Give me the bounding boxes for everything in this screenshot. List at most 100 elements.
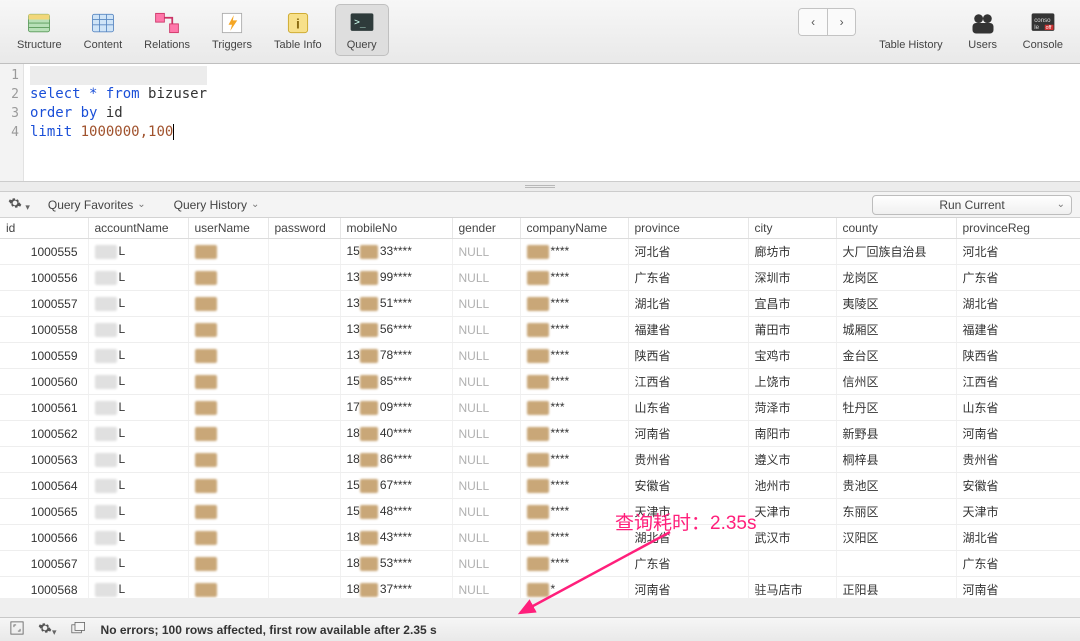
- cell-gender: NULL: [452, 343, 520, 369]
- cell-id: 1000562: [0, 421, 88, 447]
- results-grid[interactable]: idaccountNameuserNamepasswordmobileNogen…: [0, 218, 1080, 598]
- table-row[interactable]: 1000567L1853****NULL****广东省广东省: [0, 551, 1080, 577]
- cell-provinceReg: 河南省: [956, 577, 1080, 599]
- gear-icon[interactable]: ▾: [8, 196, 30, 213]
- cell-gender: NULL: [452, 447, 520, 473]
- table-row[interactable]: 1000556L1399****NULL****广东省深圳市龙岗区广东省: [0, 265, 1080, 291]
- cell-id: 1000560: [0, 369, 88, 395]
- tab-triggers[interactable]: Triggers: [203, 4, 261, 56]
- layers-icon[interactable]: [71, 621, 87, 638]
- toolbar-users[interactable]: Users: [956, 4, 1010, 56]
- column-header[interactable]: province: [628, 218, 748, 239]
- column-header[interactable]: userName: [188, 218, 268, 239]
- column-header[interactable]: mobileNo: [340, 218, 452, 239]
- column-header[interactable]: id: [0, 218, 88, 239]
- sql-editor[interactable]: 1234 select * from bizuserorder by idlim…: [0, 64, 1080, 182]
- cell-password: [268, 395, 340, 421]
- column-header[interactable]: password: [268, 218, 340, 239]
- column-header[interactable]: city: [748, 218, 836, 239]
- cell-mobileNo: 1843****: [340, 525, 452, 551]
- cell-provinceReg: 广东省: [956, 265, 1080, 291]
- table-row[interactable]: 1000568L1837****NULL*河南省驻马店市正阳县河南省: [0, 577, 1080, 599]
- toolbar-history[interactable]: Table History: [870, 4, 952, 56]
- cell-province: 山东省: [628, 395, 748, 421]
- cell-companyName: ****: [520, 421, 628, 447]
- cell-gender: NULL: [452, 395, 520, 421]
- table-row[interactable]: 1000555L1533****NULL****河北省廊坊市大厂回族自治县河北省: [0, 239, 1080, 265]
- toolbar-console[interactable]: consoleoffConsole: [1014, 4, 1072, 56]
- table-row[interactable]: 1000564L1567****NULL****安徽省池州市贵池区安徽省: [0, 473, 1080, 499]
- tab-query[interactable]: >_Query: [335, 4, 389, 56]
- column-header-row[interactable]: idaccountNameuserNamepasswordmobileNogen…: [0, 218, 1080, 239]
- column-header[interactable]: accountName: [88, 218, 188, 239]
- cell-accountName: L: [88, 369, 188, 395]
- expand-icon[interactable]: [10, 621, 24, 638]
- history-back-icon[interactable]: ‹: [799, 9, 827, 35]
- run-button[interactable]: Run Current ⌄: [872, 195, 1072, 215]
- cell-id: 1000556: [0, 265, 88, 291]
- column-header[interactable]: gender: [452, 218, 520, 239]
- cell-id: 1000564: [0, 473, 88, 499]
- cell-province: 河南省: [628, 421, 748, 447]
- tab-structure[interactable]: Structure: [8, 4, 71, 56]
- cell-password: [268, 291, 340, 317]
- cell-gender: NULL: [452, 525, 520, 551]
- column-header[interactable]: provinceReg: [956, 218, 1080, 239]
- cell-province: 江西省: [628, 369, 748, 395]
- table-row[interactable]: 1000557L1351****NULL****湖北省宜昌市夷陵区湖北省: [0, 291, 1080, 317]
- table-row[interactable]: 1000562L1840****NULL****河南省南阳市新野县河南省: [0, 421, 1080, 447]
- cell-accountName: L: [88, 551, 188, 577]
- cell-mobileNo: 1567****: [340, 473, 452, 499]
- gear-icon[interactable]: ▾: [38, 621, 57, 638]
- table-history-nav[interactable]: ‹ ›: [798, 8, 856, 36]
- table-row[interactable]: 1000561L1709****NULL***山东省菏泽市牡丹区山东省: [0, 395, 1080, 421]
- cell-gender: NULL: [452, 499, 520, 525]
- cell-companyName: ****: [520, 343, 628, 369]
- cell-password: [268, 317, 340, 343]
- tab-content[interactable]: Content: [75, 4, 132, 56]
- svg-text:>_: >_: [354, 17, 366, 28]
- cell-userName: [188, 291, 268, 317]
- cell-county: 汉阳区: [836, 525, 956, 551]
- cell-city: 宜昌市: [748, 291, 836, 317]
- cell-userName: [188, 421, 268, 447]
- table-row[interactable]: 1000559L1378****NULL****陕西省宝鸡市金台区陕西省: [0, 343, 1080, 369]
- query-favorites-dropdown[interactable]: Query Favorites ⌄: [48, 198, 146, 212]
- cell-password: [268, 577, 340, 599]
- cell-mobileNo: 1548****: [340, 499, 452, 525]
- cell-password: [268, 473, 340, 499]
- cell-gender: NULL: [452, 291, 520, 317]
- cell-id: 1000567: [0, 551, 88, 577]
- triggers-icon: [218, 9, 246, 37]
- cell-city: 廊坊市: [748, 239, 836, 265]
- cell-companyName: ****: [520, 291, 628, 317]
- cell-province: 安徽省: [628, 473, 748, 499]
- cell-id: 1000563: [0, 447, 88, 473]
- cell-accountName: L: [88, 239, 188, 265]
- cell-provinceReg: 湖北省: [956, 525, 1080, 551]
- query-history-dropdown[interactable]: Query History ⌄: [174, 198, 260, 212]
- cell-city: 上饶市: [748, 369, 836, 395]
- table-row[interactable]: 1000560L1585****NULL****江西省上饶市信州区江西省: [0, 369, 1080, 395]
- tab-tableinfo[interactable]: iTable Info: [265, 4, 331, 56]
- history-fwd-icon[interactable]: ›: [827, 9, 855, 35]
- cell-password: [268, 265, 340, 291]
- table-row[interactable]: 1000563L1886****NULL****贵州省遵义市桐梓县贵州省: [0, 447, 1080, 473]
- column-header[interactable]: companyName: [520, 218, 628, 239]
- structure-icon: [25, 9, 53, 37]
- editor-code[interactable]: select * from bizuserorder by idlimit 10…: [24, 64, 213, 181]
- cell-companyName: ****: [520, 317, 628, 343]
- column-header[interactable]: county: [836, 218, 956, 239]
- cell-accountName: L: [88, 265, 188, 291]
- table-row[interactable]: 1000558L1356****NULL****福建省莆田市城厢区福建省: [0, 317, 1080, 343]
- tab-label: Triggers: [212, 39, 252, 51]
- cell-id: 1000566: [0, 525, 88, 551]
- chevron-down-icon: ⌄: [137, 199, 145, 210]
- table-row[interactable]: 1000566L1843****NULL****湖北省武汉市汉阳区湖北省: [0, 525, 1080, 551]
- chevron-down-icon: ⌄: [1057, 199, 1065, 210]
- cell-userName: [188, 525, 268, 551]
- table-row[interactable]: 1000565L1548****NULL****天津市天津市东丽区天津市: [0, 499, 1080, 525]
- splitter[interactable]: [0, 182, 1080, 192]
- history-icon: [897, 9, 925, 37]
- tab-relations[interactable]: Relations: [135, 4, 199, 56]
